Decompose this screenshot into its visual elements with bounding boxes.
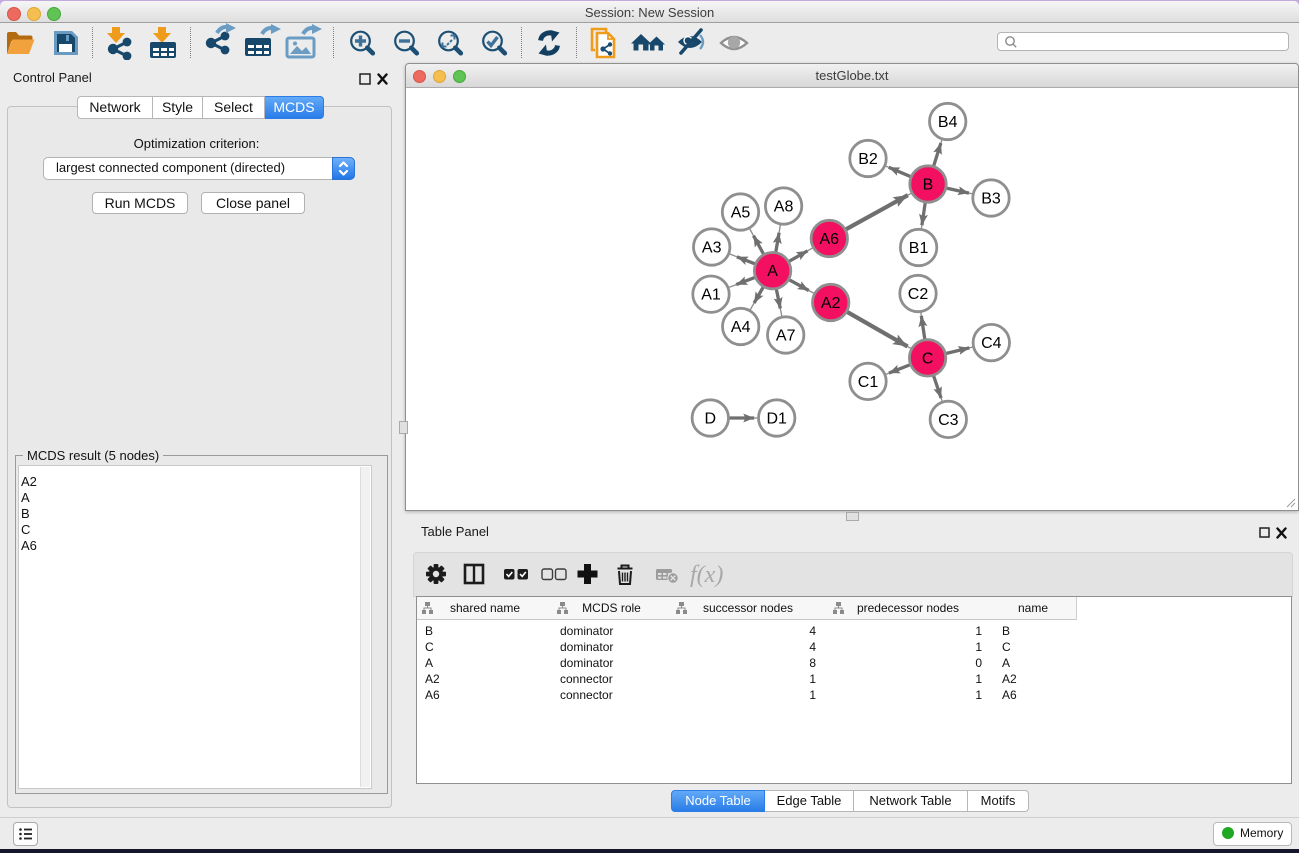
svg-text:A6: A6	[820, 231, 840, 248]
svg-text:B: B	[923, 177, 934, 194]
svg-text:A3: A3	[702, 240, 722, 257]
svg-text:A4: A4	[731, 319, 751, 336]
svg-text:A: A	[767, 263, 778, 280]
svg-text:A5: A5	[731, 205, 751, 222]
svg-text:A7: A7	[776, 328, 796, 345]
svg-text:C3: C3	[938, 412, 959, 429]
svg-text:B3: B3	[981, 191, 1001, 208]
svg-text:A1: A1	[701, 287, 721, 304]
svg-text:B4: B4	[938, 114, 958, 131]
svg-text:f(x): f(x)	[690, 562, 723, 588]
svg-text:C1: C1	[858, 374, 879, 391]
svg-text:D1: D1	[766, 411, 787, 428]
svg-text:C2: C2	[908, 286, 929, 303]
svg-text:A2: A2	[821, 295, 841, 312]
svg-text:C: C	[922, 350, 934, 367]
svg-text:A8: A8	[774, 199, 794, 216]
svg-text:D: D	[705, 411, 717, 428]
svg-text:B2: B2	[858, 151, 878, 168]
svg-text:B1: B1	[909, 240, 929, 257]
svg-text:C4: C4	[981, 335, 1002, 352]
